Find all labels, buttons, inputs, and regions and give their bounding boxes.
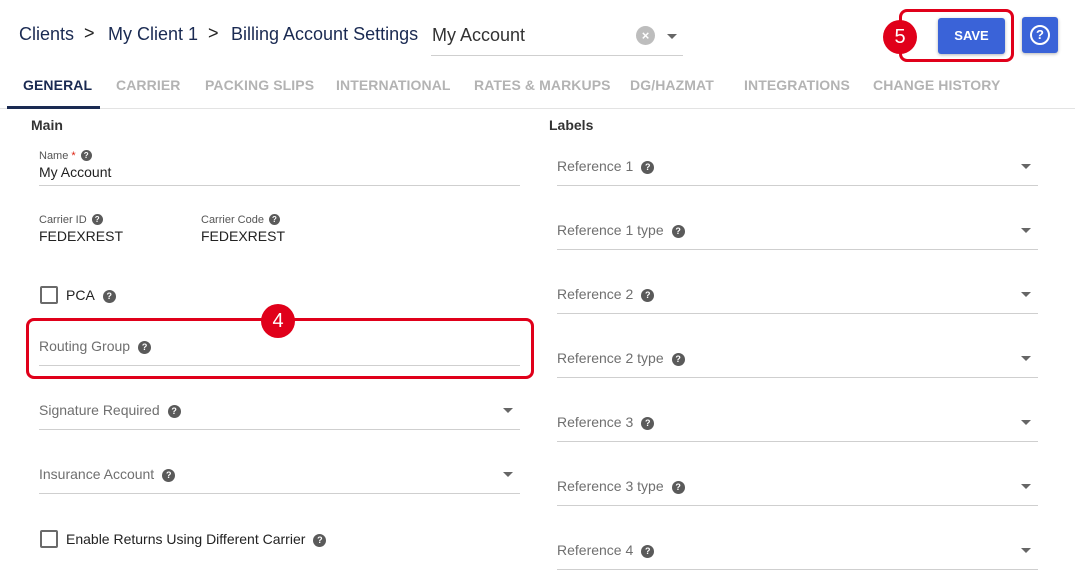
active-tab-indicator (7, 106, 100, 109)
routing-group-underline (39, 365, 520, 366)
breadcrumb-clients[interactable]: Clients (19, 24, 74, 45)
help-icon: ? (641, 289, 655, 302)
carrier-code-label: Carrier Code? (201, 214, 280, 226)
breadcrumb-client[interactable]: My Client 1 (108, 24, 198, 45)
pca-checkbox[interactable] (40, 286, 58, 304)
tab-packing-slips[interactable]: PACKING SLIPS (205, 77, 314, 93)
tab-dg-hazmat[interactable]: DG/HAZMAT (630, 77, 714, 93)
chevron-down-icon[interactable] (667, 34, 677, 39)
tab-bar: GENERAL CARRIER PACKING SLIPS INTERNATIO… (0, 64, 1075, 109)
help-icon: ? (138, 341, 152, 354)
help-icon: ? (641, 417, 655, 430)
pca-label: PCA? (66, 287, 116, 303)
signature-required-select[interactable]: Signature Required? (39, 402, 181, 418)
reference-2-type-select[interactable]: Reference 2 type? (557, 350, 685, 366)
reference-1-type-select[interactable]: Reference 1 type? (557, 222, 685, 238)
labels-section-title: Labels (549, 117, 594, 133)
reference-2-select[interactable]: Reference 2? (557, 286, 655, 302)
reference-2-underline (557, 313, 1038, 314)
help-icon: ? (167, 405, 181, 418)
account-select[interactable]: My Account × (431, 16, 683, 56)
signature-required-underline (39, 429, 520, 430)
tab-general[interactable]: GENERAL (23, 77, 92, 93)
reference-4-underline (557, 569, 1038, 570)
reference-2-type-underline (557, 377, 1038, 378)
chevron-down-icon[interactable] (503, 472, 513, 477)
help-icon: ? (671, 225, 685, 238)
routing-group-field[interactable]: Routing Group? (39, 338, 152, 354)
tab-international[interactable]: INTERNATIONAL (336, 77, 451, 93)
help-icon: ? (641, 161, 655, 174)
annotation-number-4: 4 (261, 304, 295, 338)
carrier-code-value: FEDEXREST (201, 228, 286, 244)
chevron-down-icon[interactable] (503, 408, 513, 413)
help-icon: ? (641, 545, 655, 558)
chevron-down-icon[interactable] (1021, 356, 1031, 361)
tab-integrations[interactable]: INTEGRATIONS (744, 77, 850, 93)
name-label: Name *? (39, 150, 92, 162)
reference-3-select[interactable]: Reference 3? (557, 414, 655, 430)
enable-returns-label: Enable Returns Using Different Carrier? (66, 531, 327, 547)
help-icon: ? (671, 353, 685, 366)
name-underline (39, 185, 520, 186)
annotation-number-5: 5 (883, 20, 917, 54)
chevron-down-icon[interactable] (1021, 484, 1031, 489)
tab-change-history[interactable]: CHANGE HISTORY (873, 77, 1000, 93)
name-field[interactable]: My Account (39, 164, 111, 180)
chevron-down-icon[interactable] (1021, 228, 1031, 233)
help-icon: ? (162, 469, 176, 482)
help-icon: ? (102, 290, 116, 303)
reference-4-select[interactable]: Reference 4? (557, 542, 655, 558)
reference-3-type-underline (557, 505, 1038, 506)
insurance-account-select[interactable]: Insurance Account? (39, 466, 176, 482)
help-icon: ? (1030, 25, 1050, 45)
chevron-right-icon: > (208, 23, 219, 43)
reference-1-type-underline (557, 249, 1038, 250)
chevron-right-icon: > (84, 23, 95, 43)
reference-3-underline (557, 441, 1038, 442)
account-select-value: My Account (432, 25, 526, 45)
reference-1-underline (557, 185, 1038, 186)
help-icon: ? (671, 481, 685, 494)
page-title: Billing Account Settings (231, 24, 419, 44)
tab-rates-markups[interactable]: RATES & MARKUPS (474, 77, 611, 93)
chevron-down-icon[interactable] (1021, 164, 1031, 169)
chevron-down-icon[interactable] (1021, 420, 1031, 425)
chevron-down-icon[interactable] (1021, 548, 1031, 553)
carrier-id-label: Carrier ID? (39, 214, 103, 226)
help-icon: ? (80, 150, 92, 161)
carrier-id-value: FEDEXREST (39, 228, 124, 244)
clear-icon[interactable]: × (636, 26, 655, 45)
help-icon: ? (268, 214, 280, 225)
help-icon: ? (313, 534, 327, 547)
main-section-title: Main (31, 117, 63, 133)
reference-1-select[interactable]: Reference 1? (557, 158, 655, 174)
save-button[interactable]: SAVE (938, 18, 1005, 54)
enable-returns-checkbox[interactable] (40, 530, 58, 548)
tab-carrier[interactable]: CARRIER (116, 77, 180, 93)
help-icon: ? (91, 214, 103, 225)
help-button[interactable]: ? (1022, 17, 1058, 53)
chevron-down-icon[interactable] (1021, 292, 1031, 297)
insurance-account-underline (39, 493, 520, 494)
reference-3-type-select[interactable]: Reference 3 type? (557, 478, 685, 494)
